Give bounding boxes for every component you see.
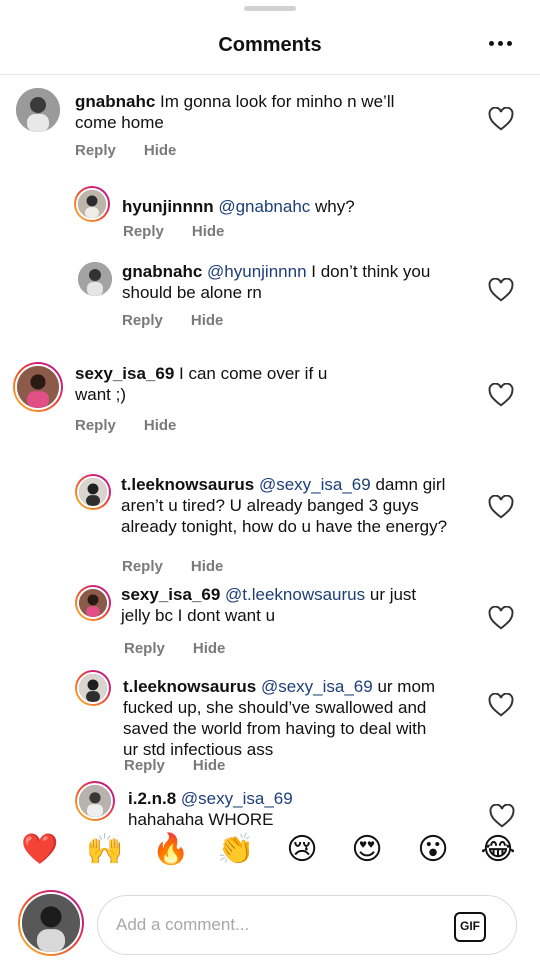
comment-username[interactable]: t.leeknowsaurus bbox=[123, 677, 256, 696]
crying-face-emoji-icon[interactable]: 😢 bbox=[283, 830, 321, 870]
mention-link[interactable]: @sexy_isa_69 bbox=[259, 475, 371, 494]
like-heart-icon[interactable] bbox=[488, 107, 514, 131]
fire-emoji-icon[interactable]: 🔥 bbox=[152, 830, 190, 870]
more-options-icon[interactable] bbox=[482, 28, 518, 58]
avatar[interactable] bbox=[13, 362, 63, 412]
reply-button[interactable]: Reply bbox=[75, 417, 116, 434]
gif-button[interactable]: GIF bbox=[454, 912, 486, 942]
avatar[interactable] bbox=[75, 670, 111, 706]
reply-button[interactable]: Reply bbox=[123, 223, 164, 240]
hide-button[interactable]: Hide bbox=[144, 417, 177, 434]
comment-username[interactable]: gnabnahc bbox=[122, 262, 202, 281]
comment-text: t.leeknowsaurus @sexy_isa_69 damn girl a… bbox=[121, 474, 461, 537]
mention-link[interactable]: @sexy_isa_69 bbox=[181, 789, 293, 808]
reply-button[interactable]: Reply bbox=[124, 640, 165, 657]
raised-hands-emoji-icon[interactable]: 🙌 bbox=[86, 830, 124, 870]
page-title: Comments bbox=[218, 34, 322, 56]
like-heart-icon[interactable] bbox=[489, 804, 515, 828]
comments-header: Comments bbox=[0, 20, 540, 70]
comment-username[interactable]: gnabnahc bbox=[75, 92, 155, 111]
avatar[interactable] bbox=[75, 585, 111, 621]
reply-button[interactable]: Reply bbox=[122, 312, 163, 329]
mention-link[interactable]: @hyunjinnnn bbox=[207, 262, 307, 281]
avatar[interactable] bbox=[75, 474, 111, 510]
comment-text: sexy_isa_69 I can come over if u want ;) bbox=[75, 363, 365, 405]
my-avatar[interactable] bbox=[18, 890, 84, 956]
tears-of-joy-emoji-icon[interactable]: 😂 bbox=[479, 830, 517, 870]
comment-body: why? bbox=[315, 197, 355, 216]
reply-button[interactable]: Reply bbox=[124, 757, 165, 774]
hide-button[interactable]: Hide bbox=[193, 640, 226, 657]
emoji-reaction-bar: ❤️ 🙌 🔥 👏 😢 😍 😮 😂 bbox=[0, 830, 540, 876]
comment-text: sexy_isa_69 @t.leeknowsaurus ur just jel… bbox=[121, 584, 441, 626]
surprised-face-emoji-icon[interactable]: 😮 bbox=[414, 830, 452, 870]
heart-emoji-icon[interactable]: ❤️ bbox=[21, 830, 59, 870]
heart-eyes-emoji-icon[interactable]: 😍 bbox=[348, 830, 386, 870]
comment-input-box: GIF bbox=[97, 895, 517, 955]
avatar[interactable] bbox=[74, 186, 110, 222]
like-heart-icon[interactable] bbox=[488, 383, 514, 407]
comment-username[interactable]: sexy_isa_69 bbox=[121, 585, 220, 604]
comment-text: gnabnahc Im gonna look for minho n we’ll… bbox=[75, 91, 425, 133]
avatar[interactable] bbox=[78, 262, 112, 296]
reply-button[interactable]: Reply bbox=[122, 558, 163, 575]
comment-composer: GIF bbox=[0, 886, 540, 960]
avatar[interactable] bbox=[16, 88, 60, 132]
like-heart-icon[interactable] bbox=[488, 495, 514, 519]
avatar[interactable] bbox=[75, 781, 115, 821]
mention-link[interactable]: @gnabnahc bbox=[218, 197, 310, 216]
clapping-hands-emoji-icon[interactable]: 👏 bbox=[217, 830, 255, 870]
comment-body: hahahaha WHORE bbox=[128, 810, 274, 829]
mention-link[interactable]: @sexy_isa_69 bbox=[261, 677, 373, 696]
comment-username[interactable]: sexy_isa_69 bbox=[75, 364, 174, 383]
hide-button[interactable]: Hide bbox=[144, 142, 177, 159]
comment-username[interactable]: i.2.n.8 bbox=[128, 789, 176, 808]
hide-button[interactable]: Hide bbox=[191, 312, 224, 329]
sheet-grabber[interactable] bbox=[244, 6, 296, 11]
comment-text: gnabnahc @hyunjinnnn I don’t think you s… bbox=[122, 261, 442, 303]
mention-link[interactable]: @t.leeknowsaurus bbox=[225, 585, 365, 604]
comment-text: i.2.n.8 @sexy_isa_69 hahahaha WHORE bbox=[128, 788, 428, 830]
header-divider bbox=[0, 74, 540, 75]
comment-username[interactable]: hyunjinnnn bbox=[122, 197, 214, 216]
comment-text: t.leeknowsaurus @sexy_isa_69 ur mom fuck… bbox=[123, 676, 443, 760]
reply-button[interactable]: Reply bbox=[75, 142, 116, 159]
hide-button[interactable]: Hide bbox=[191, 558, 224, 575]
hide-button[interactable]: Hide bbox=[192, 223, 225, 240]
like-heart-icon[interactable] bbox=[488, 606, 514, 630]
comment-input[interactable] bbox=[116, 908, 436, 942]
like-heart-icon[interactable] bbox=[488, 278, 514, 302]
comment-text: hyunjinnnn @gnabnahc why? bbox=[122, 196, 442, 217]
like-heart-icon[interactable] bbox=[488, 693, 514, 717]
hide-button[interactable]: Hide bbox=[193, 757, 226, 774]
comment-username[interactable]: t.leeknowsaurus bbox=[121, 475, 254, 494]
